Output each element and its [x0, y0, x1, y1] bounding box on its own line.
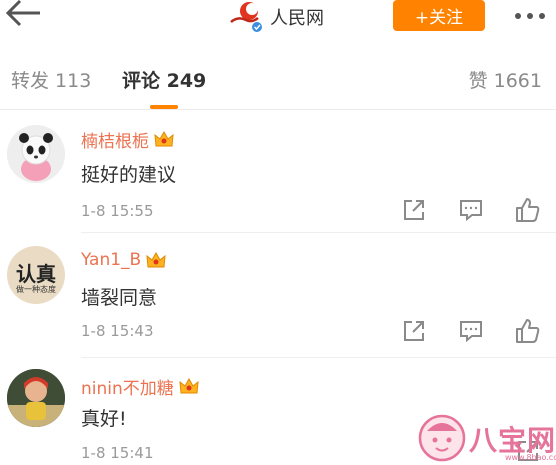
comment-text: 真好! — [81, 408, 127, 430]
account-name[interactable]: 人民网 — [270, 4, 324, 30]
avatar[interactable]: 认真 做一种态度 — [7, 246, 65, 304]
follow-button[interactable]: +关注 — [393, 0, 485, 31]
comment-author[interactable]: ninin不加糖 — [81, 374, 174, 399]
comment-text: 墙裂同意 — [81, 287, 158, 309]
tab-likes[interactable]: 赞 1661 — [469, 66, 542, 93]
comment-author[interactable]: 楠桔根栀 — [81, 127, 149, 152]
comment-icon — [459, 200, 482, 222]
account-brand: 人民网 — [228, 0, 324, 34]
thumbs-up-icon — [515, 198, 539, 222]
tab-comments[interactable]: 评论 249 — [122, 66, 206, 93]
share-icon — [403, 200, 424, 220]
comment-author-row: 楠桔根栀 — [81, 127, 174, 152]
share-button[interactable] — [385, 196, 442, 224]
member-crown-icon — [179, 378, 199, 394]
baby-face-icon — [418, 414, 466, 462]
comment-icon — [459, 321, 482, 343]
comment-item: 楠桔根栀 挺好的建议 1-8 15:55 — [0, 112, 556, 233]
tab-repost[interactable]: 转发 113 — [11, 66, 91, 93]
comment-time: 1-8 15:55 — [81, 202, 154, 220]
comment-time: 1-8 15:41 — [81, 444, 154, 462]
comment-time: 1-8 15:43 — [81, 322, 154, 340]
active-tab-indicator — [150, 105, 178, 109]
like-button[interactable] — [499, 317, 556, 345]
member-crown-icon — [154, 131, 174, 147]
more-dots-icon — [515, 13, 545, 19]
reply-button[interactable] — [442, 317, 499, 345]
avatar[interactable] — [7, 369, 65, 427]
reply-button[interactable] — [442, 196, 499, 224]
back-button[interactable] — [4, 0, 44, 30]
comment-author-row: ninin不加糖 — [81, 374, 199, 399]
comment-actions — [385, 317, 556, 345]
like-button[interactable] — [499, 196, 556, 224]
member-crown-icon — [146, 251, 166, 267]
back-arrow-icon — [5, 0, 40, 27]
watermark: 八宝网 www.8bao.com — [415, 411, 556, 465]
share-icon — [403, 321, 424, 341]
avatar-text: 认真 — [16, 262, 56, 286]
avatar-subtext: 做一种态度 — [16, 285, 56, 294]
thumbs-up-icon — [515, 319, 539, 343]
share-button[interactable] — [385, 317, 442, 345]
watermark-url: www.8bao.com — [505, 453, 556, 462]
more-button[interactable] — [512, 4, 548, 24]
tab-bar: 转发 113 评论 249 赞 1661 — [0, 46, 556, 110]
comment-author[interactable]: Yan1_B — [81, 250, 141, 270]
comment-text: 挺好的建议 — [81, 164, 177, 186]
top-bar: 人民网 +关注 — [0, 0, 556, 46]
account-logo — [228, 0, 264, 34]
comment-actions — [385, 196, 556, 224]
avatar[interactable] — [7, 125, 65, 183]
comment-author-row: Yan1_B — [81, 250, 166, 270]
comment-item: 认真 做一种态度 Yan1_B 墙裂同意 1-8 15:43 — [0, 233, 556, 358]
